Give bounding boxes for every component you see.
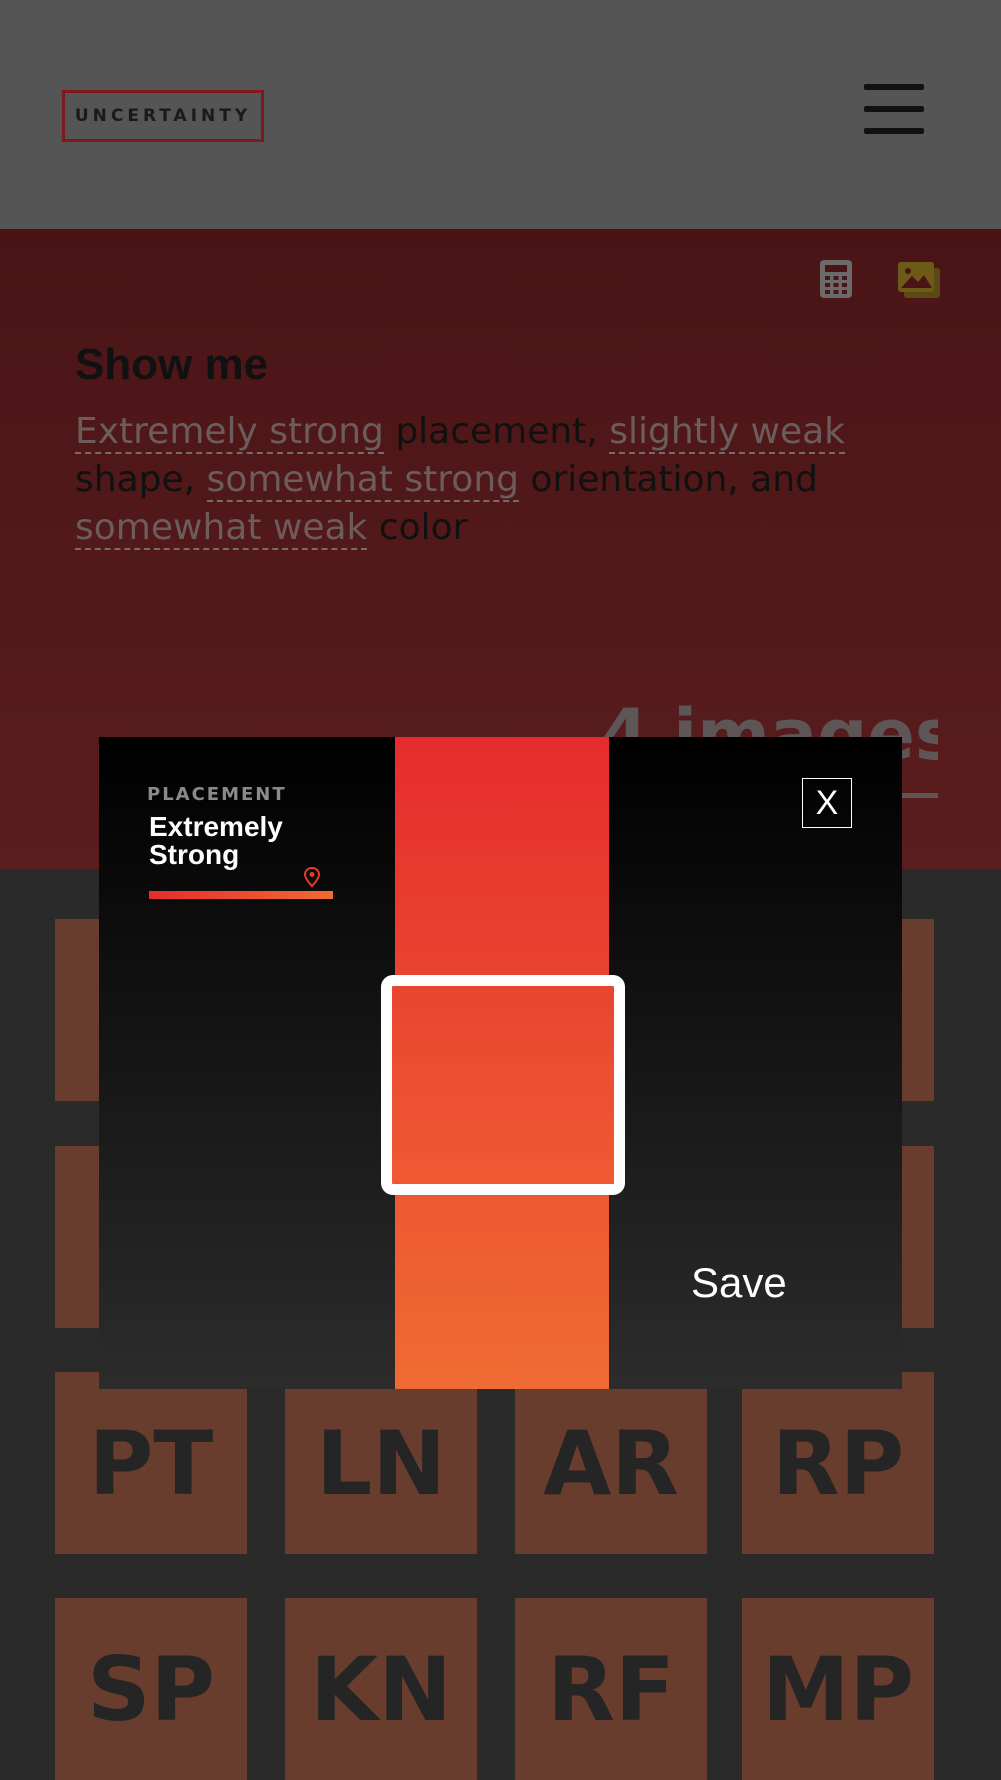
shape-level-link[interactable]: slightly weak xyxy=(609,411,846,454)
grid-tile[interactable]: PT xyxy=(55,1372,247,1554)
logo-uncertainty[interactable]: UNCERTAINTY xyxy=(62,90,264,142)
images-icon[interactable] xyxy=(898,262,940,298)
save-button[interactable]: Save xyxy=(691,1259,787,1307)
grid-tile[interactable]: AR xyxy=(515,1372,707,1554)
modal-label: PLACEMENT xyxy=(147,784,287,805)
placement-level-link[interactable]: Extremely strong xyxy=(75,411,384,454)
grid-tile[interactable]: RF xyxy=(515,1598,707,1780)
placement-modal: PLACEMENT Extremely Strong X Save xyxy=(99,737,902,1389)
grid-tile[interactable]: SP xyxy=(55,1598,247,1780)
grid-tile[interactable]: KN xyxy=(285,1598,477,1780)
page-title: Show me xyxy=(75,340,269,389)
grid-tile[interactable]: RP xyxy=(742,1372,934,1554)
sentence-text: shape, xyxy=(75,459,207,500)
grid-tile[interactable]: MP xyxy=(742,1598,934,1780)
hamburger-menu-icon[interactable] xyxy=(864,84,924,134)
site-header: UNCERTAINTY xyxy=(0,0,1001,229)
orientation-level-link[interactable]: somewhat strong xyxy=(206,459,519,502)
level-selector-handle[interactable] xyxy=(381,975,625,1195)
calculator-icon[interactable] xyxy=(820,260,852,298)
sentence-text: color xyxy=(367,507,468,548)
sentence-text: orientation, and xyxy=(518,459,818,500)
level-bar xyxy=(149,891,333,899)
modal-value: Extremely Strong xyxy=(149,811,283,870)
query-sentence: Extremely strong placement, slightly wea… xyxy=(75,408,955,552)
grid-tile[interactable]: LN xyxy=(285,1372,477,1554)
color-level-link[interactable]: somewhat weak xyxy=(75,507,368,550)
location-pin-icon xyxy=(303,867,321,887)
close-button[interactable]: X xyxy=(802,778,852,828)
sentence-text: placement, xyxy=(383,411,610,452)
